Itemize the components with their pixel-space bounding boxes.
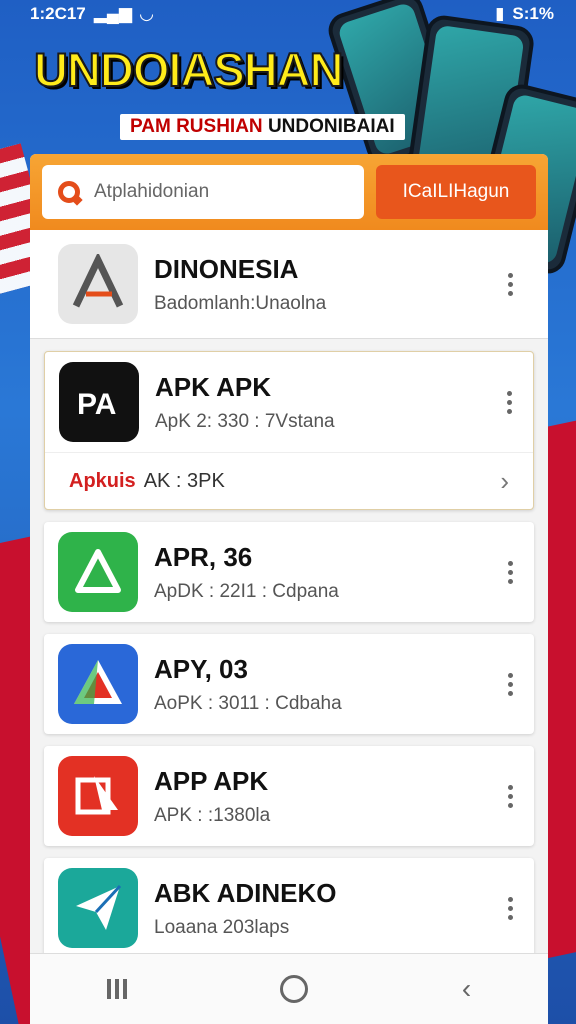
- more-options-icon[interactable]: [500, 896, 520, 920]
- banner-subtitle-part1: PAM RUSHIAN: [130, 116, 263, 137]
- app-name: APK APK: [155, 371, 272, 402]
- app-name: APY, 03: [154, 653, 248, 684]
- app-name: APR, 36: [154, 541, 253, 572]
- navigation-bar: ‹: [30, 953, 548, 1024]
- back-icon[interactable]: ‹: [462, 973, 471, 1005]
- search-input[interactable]: [92, 180, 348, 204]
- app-meta: APK : :1380la: [154, 804, 271, 826]
- abstract-a-icon: [58, 244, 138, 324]
- chevron-right-icon[interactable]: ›: [500, 466, 509, 497]
- app-meta: Loaana 203laps: [154, 916, 290, 938]
- home-icon[interactable]: [280, 975, 309, 1003]
- search-button[interactable]: ICaILIHagun: [376, 165, 536, 219]
- red-box-icon: [58, 756, 138, 836]
- expand-row[interactable]: Apkuis AK : 3PK ›: [45, 452, 533, 509]
- expand-text: AK : 3PK: [143, 469, 225, 492]
- wifi-icon: ◡: [139, 4, 154, 23]
- more-options-icon[interactable]: [499, 390, 519, 414]
- battery-icon: ▮: [495, 4, 505, 23]
- svg-text:PA: PA: [77, 388, 116, 421]
- triangle-icon: [58, 532, 138, 612]
- list-item[interactable]: APP APK APK : :1380la: [44, 746, 534, 846]
- search-field[interactable]: [42, 165, 364, 219]
- list-item[interactable]: APR, 36 ApDK : 22I1 : Cdpana: [44, 522, 534, 622]
- search-icon: [58, 181, 80, 203]
- banner-title: UNDOIASHAN: [33, 42, 345, 97]
- more-options-icon[interactable]: [500, 784, 520, 808]
- app-meta: AoPK : 3011 : Cdbaha: [154, 692, 342, 714]
- paper-plane-icon: [58, 868, 138, 948]
- app-panel: ICaILIHagun DINONESIA Badomlanh:Unaolna …: [30, 154, 548, 1024]
- a-logo-icon: [58, 644, 138, 724]
- search-bar: ICaILIHagun: [30, 154, 548, 230]
- list-item[interactable]: PA APK APK ApK 2: 330 : 7Vstana Apkuis A…: [44, 351, 534, 510]
- signal-icon: ▂▄▆: [93, 4, 132, 23]
- app-meta: ApK 2: 330 : 7Vstana: [155, 410, 335, 432]
- banner-subtitle: PAM RUSHIAN UNDONIBAIAI: [120, 114, 405, 140]
- list-item[interactable]: DINONESIA Badomlanh:Unaolna: [30, 230, 548, 339]
- status-time: 1:2C17: [30, 4, 86, 23]
- app-meta: Badomlanh:Unaolna: [154, 292, 327, 314]
- banner-subtitle-part2: UNDONIBAIAI: [267, 116, 395, 137]
- recents-icon[interactable]: [106, 979, 127, 999]
- more-options-icon[interactable]: [500, 672, 520, 696]
- status-bar: 1:2C17 ▂▄▆ ◡ ▮ S:1%: [0, 0, 576, 28]
- app-meta: ApDK : 22I1 : Cdpana: [154, 580, 339, 602]
- app-list: DINONESIA Badomlanh:Unaolna PA APK APK A…: [30, 230, 548, 958]
- pa-icon: PA: [59, 362, 139, 442]
- more-options-icon[interactable]: [500, 272, 520, 296]
- list-item[interactable]: APY, 03 AoPK : 3011 : Cdbaha: [44, 634, 534, 734]
- app-name: ABK ADINEKO: [154, 877, 337, 908]
- expand-brand: Apkuis: [69, 469, 136, 492]
- app-name: APP APK: [154, 765, 269, 796]
- status-right: S:1%: [512, 4, 554, 23]
- more-options-icon[interactable]: [500, 560, 520, 584]
- list-item[interactable]: ABK ADINEKO Loaana 203laps: [44, 858, 534, 958]
- app-name: DINONESIA: [154, 253, 299, 284]
